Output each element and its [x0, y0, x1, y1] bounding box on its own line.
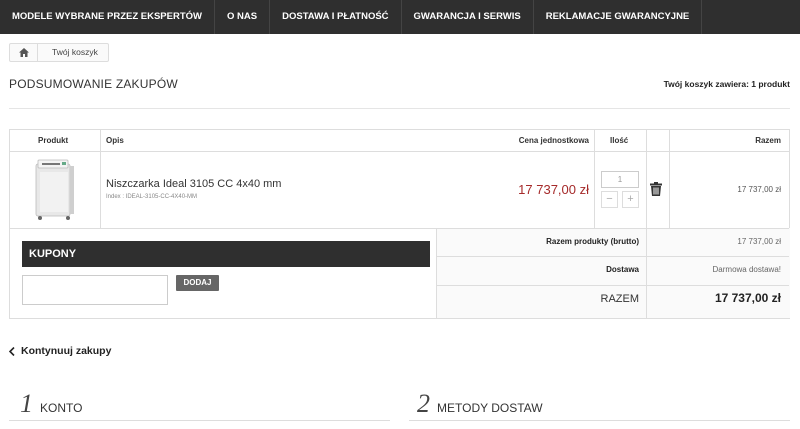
- header-description: Opis: [106, 136, 124, 145]
- chevron-left-icon: [9, 346, 15, 356]
- shipping-value: Darmowa dostawa!: [712, 265, 781, 274]
- grand-total-label: RAZEM: [600, 293, 640, 305]
- unit-price: 17 737,00 zł: [518, 182, 589, 197]
- row-divider: [10, 228, 789, 229]
- top-navigation: MODELE WYBRANE PRZEZ EKSPERTÓW O NAS DOS…: [0, 0, 800, 34]
- breadcrumb: Twój koszyk: [9, 43, 109, 62]
- step-underline: [409, 420, 790, 421]
- nav-item-shipping-payment[interactable]: DOSTAWA I PŁATNOŚĆ: [270, 0, 402, 34]
- step-underline: [9, 420, 390, 421]
- header-product: Produkt: [38, 136, 69, 145]
- product-name[interactable]: Niszczarka Ideal 3105 CC 4x40 mm: [106, 178, 281, 190]
- shipping-label: Dostawa: [606, 265, 639, 274]
- divider: [9, 108, 790, 109]
- nav-item-expert-models[interactable]: MODELE WYBRANE PRZEZ EKSPERTÓW: [0, 0, 216, 34]
- coupon-input[interactable]: [22, 275, 168, 305]
- step-account[interactable]: 1 KONTO: [20, 389, 82, 419]
- continue-shopping-link[interactable]: Kontynuuj zakupy: [9, 345, 111, 357]
- products-total-label: Razem produkty (brutto): [546, 237, 639, 246]
- products-total-value: 17 737,00 zł: [737, 237, 781, 246]
- col-divider: [594, 130, 595, 228]
- cart-count: Twój koszyk zawiera: 1 produkt: [663, 79, 790, 89]
- step-label: METODY DOSTAW: [437, 401, 543, 415]
- product-image[interactable]: [32, 158, 76, 222]
- quantity-input[interactable]: 1: [601, 171, 639, 188]
- cart-table: Produkt Opis Cena jednostkowa Ilość Raze…: [9, 129, 790, 319]
- step-number: 2: [417, 389, 430, 418]
- step-label: KONTO: [40, 401, 83, 415]
- nav-item-warranty-claims[interactable]: REKLAMACJE GWARANCYJNE: [534, 0, 703, 34]
- col-divider: [100, 130, 101, 228]
- row-total: 17 737,00 zł: [737, 185, 781, 194]
- col-divider: [646, 130, 647, 318]
- header-total: Razem: [755, 136, 781, 145]
- header-divider: [10, 151, 789, 152]
- quantity-decrease-button[interactable]: −: [601, 191, 618, 208]
- breadcrumb-current: Twój koszyk: [52, 47, 98, 57]
- page-title: PODSUMOWANIE ZAKUPÓW: [9, 77, 178, 91]
- continue-shopping-label: Kontynuuj zakupy: [21, 345, 112, 357]
- step-number: 1: [20, 389, 33, 418]
- nav-item-about[interactable]: O NAS: [215, 0, 271, 34]
- col-divider: [669, 130, 670, 228]
- quantity-increase-button[interactable]: +: [622, 191, 639, 208]
- header-quantity: Ilość: [610, 136, 629, 145]
- product-index: Index : IDEAL-3105-CC-4X40-MM: [106, 194, 198, 200]
- totals-divider: [436, 256, 789, 257]
- coupons-heading: KUPONY: [22, 241, 430, 267]
- trash-icon[interactable]: [650, 182, 662, 196]
- breadcrumb-home[interactable]: [10, 44, 38, 61]
- col-divider: [436, 228, 437, 318]
- grand-total-value: 17 737,00 zł: [714, 291, 781, 305]
- home-icon: [18, 48, 29, 57]
- add-coupon-button[interactable]: DODAJ: [176, 275, 219, 291]
- nav-item-warranty-service[interactable]: GWARANCJA I SERWIS: [402, 0, 534, 34]
- step-shipping-methods[interactable]: 2 METODY DOSTAW: [417, 389, 543, 419]
- totals-divider: [436, 285, 789, 286]
- header-unit-price: Cena jednostkowa: [518, 136, 589, 145]
